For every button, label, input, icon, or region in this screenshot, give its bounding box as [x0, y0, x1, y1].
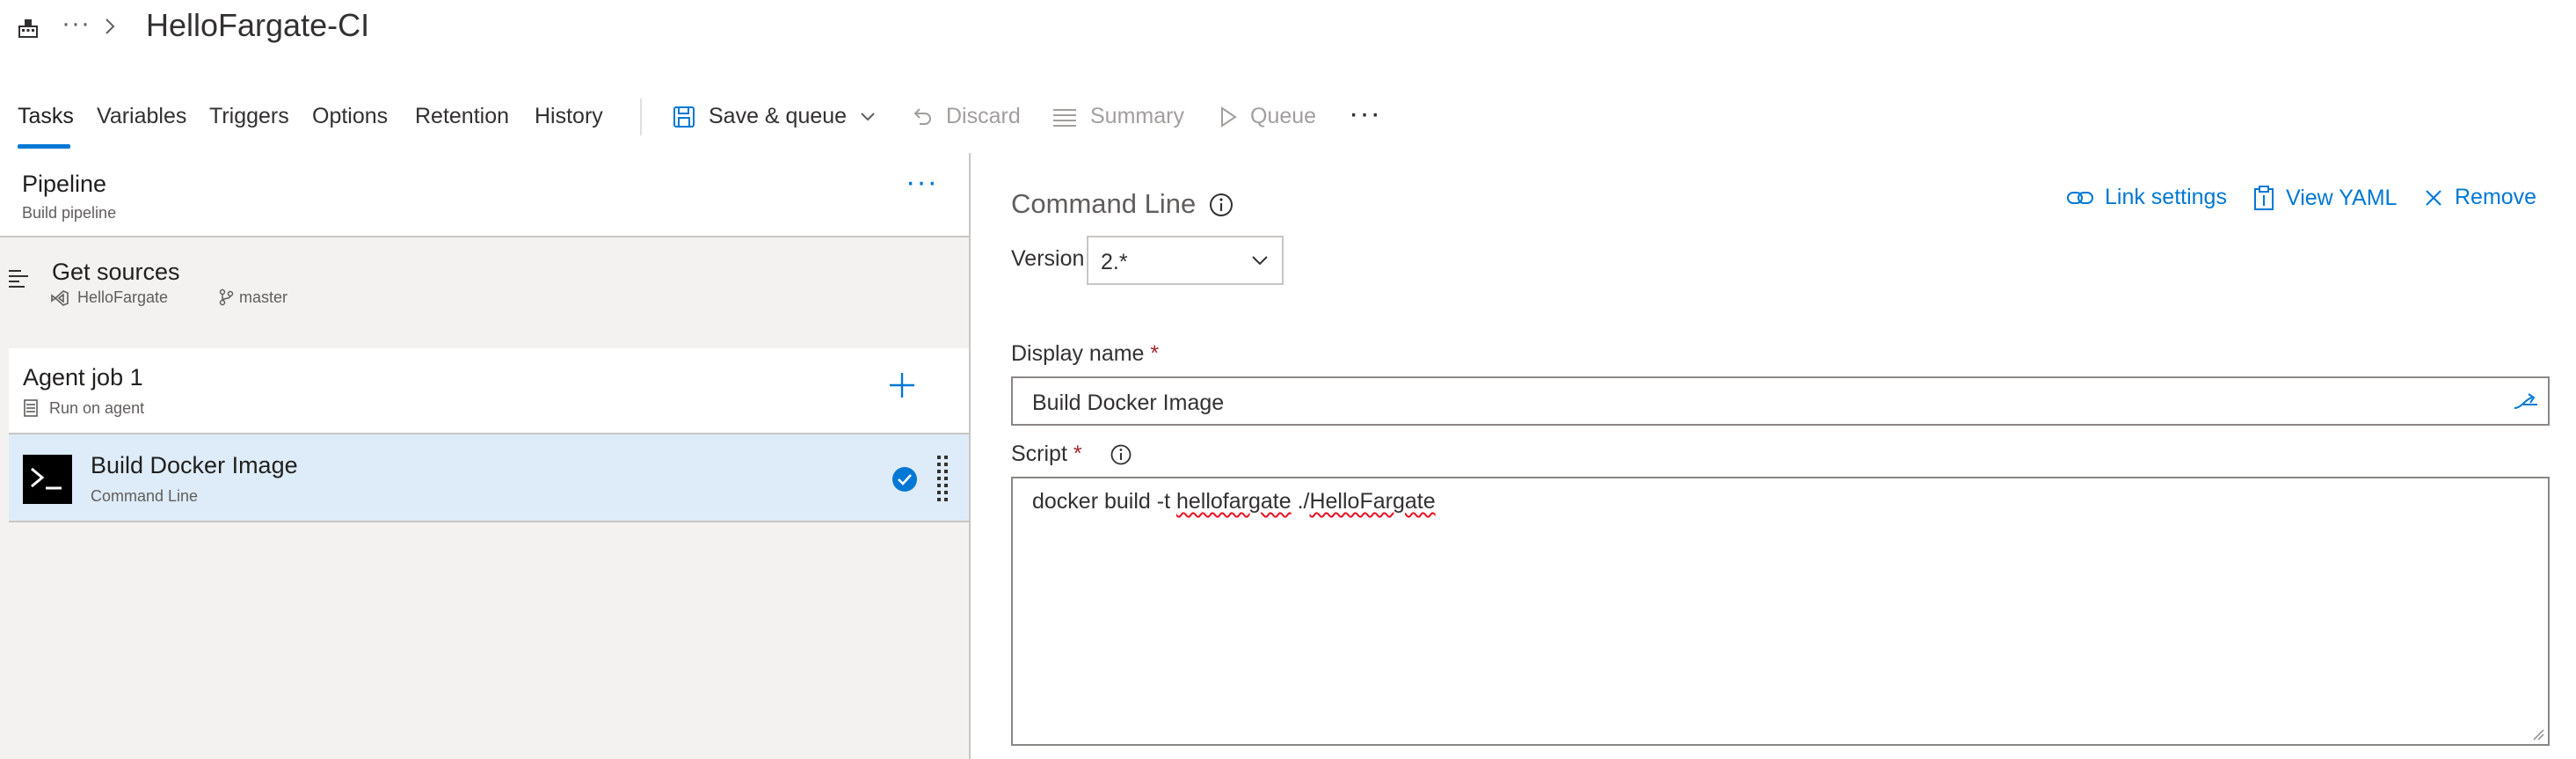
version-dropdown[interactable]: 2.*	[1087, 236, 1284, 285]
task-node-selected[interactable]: Build Docker Image Command Line	[9, 434, 969, 522]
link-parameter-icon[interactable]	[2511, 390, 2541, 415]
chevron-right-icon	[106, 18, 115, 34]
version-value: 2.*	[1101, 250, 1128, 274]
get-sources-node[interactable]: Get sources HelloFargate master	[0, 241, 969, 329]
add-task-icon[interactable]	[886, 369, 918, 401]
discard-button[interactable]: Discard	[909, 104, 1021, 129]
script-info-icon[interactable]	[1110, 443, 1132, 466]
remove-label: Remove	[2455, 185, 2537, 209]
pipeline-icon[interactable]	[16, 16, 40, 40]
display-name-label: Display name *	[1011, 341, 1159, 367]
save-icon	[673, 106, 695, 128]
task-title: Build Docker Image	[91, 452, 298, 478]
close-icon	[2426, 189, 2441, 206]
tab-history[interactable]: History	[535, 104, 603, 129]
pipeline-name-title[interactable]: HelloFargate-CI	[146, 7, 369, 44]
repo-icon	[51, 290, 69, 306]
server-icon	[24, 399, 38, 417]
task-editor-title: Command Line	[1011, 188, 1197, 219]
script-textarea[interactable]: docker build -t hellofargate ./HelloFarg…	[1011, 477, 2550, 746]
summary-button[interactable]: Summary	[1052, 104, 1184, 129]
top-header: ··· HelloFargate-CI	[0, 0, 2576, 55]
view-yaml-label: View YAML	[2286, 185, 2398, 210]
task-subtitle: Command Line	[91, 487, 199, 505]
tab-variables[interactable]: Variables	[97, 104, 186, 129]
chevron-down-icon[interactable]	[859, 111, 877, 123]
agent-job-title: Agent job 1	[23, 364, 143, 390]
toolbar-divider	[640, 99, 642, 135]
list-icon	[1053, 108, 1076, 127]
required-marker: *	[1150, 341, 1160, 366]
script-label: Script *	[1011, 442, 1082, 467]
version-label: Version	[1011, 246, 1085, 271]
drag-handle-icon[interactable]	[935, 454, 950, 503]
discard-label: Discard	[946, 104, 1021, 128]
save-and-queue-label: Save & queue	[709, 104, 848, 128]
chevron-down-icon	[1252, 256, 1268, 266]
pipeline-title: Pipeline	[22, 171, 107, 197]
queue-button[interactable]: Queue	[1219, 104, 1316, 129]
required-marker: *	[1073, 442, 1082, 466]
branch-icon	[219, 288, 234, 306]
queue-label: Queue	[1250, 104, 1317, 128]
display-name-value: Build Docker Image	[1032, 390, 1225, 415]
sources-lines-icon	[9, 270, 28, 288]
pipeline-task-list-panel: Pipeline Build pipeline ··· Get sources …	[0, 153, 971, 759]
tab-retention[interactable]: Retention	[415, 104, 509, 129]
get-sources-title: Get sources	[52, 259, 180, 285]
tab-triggers[interactable]: Triggers	[209, 104, 289, 129]
task-editor-panel: Command Line Link settings View YAML Rem…	[972, 153, 2576, 759]
display-name-label-text: Display name	[1011, 341, 1145, 366]
save-and-queue-button[interactable]: Save & queue	[672, 104, 877, 129]
clipboard-icon	[2254, 186, 2274, 210]
pipeline-node[interactable]: Pipeline Build pipeline ···	[0, 153, 969, 237]
undo-icon	[913, 107, 931, 125]
enabled-check-icon[interactable]	[891, 466, 918, 493]
link-icon	[2067, 191, 2093, 204]
breadcrumb-more-button[interactable]: ···	[62, 9, 91, 39]
play-icon	[1221, 106, 1237, 128]
repository-name: HelloFargate	[77, 288, 169, 306]
script-label-text: Script	[1011, 442, 1067, 466]
script-value: docker build -t hellofargate ./HelloFarg…	[1032, 489, 1436, 514]
tab-tasks[interactable]: Tasks	[18, 104, 74, 129]
agent-job-node[interactable]: Agent job 1 Run on agent	[9, 348, 969, 434]
command-line-icon	[23, 455, 72, 504]
link-settings-label: Link settings	[2105, 185, 2227, 209]
info-icon[interactable]	[1208, 192, 1234, 218]
active-tab-indicator	[18, 144, 70, 149]
tab-options[interactable]: Options	[312, 104, 388, 129]
summary-label: Summary	[1090, 104, 1184, 128]
pipeline-more-button[interactable]: ···	[906, 165, 938, 200]
more-actions-button[interactable]: ···	[1349, 97, 1381, 131]
agent-job-subtitle: Run on agent	[49, 399, 145, 417]
editor-tab-bar: Tasks Variables Triggers Options Retenti…	[0, 91, 2576, 153]
branch-name: master	[239, 288, 288, 306]
view-yaml-button[interactable]: View YAML	[2252, 185, 2397, 211]
remove-task-button[interactable]: Remove	[2423, 185, 2536, 210]
link-settings-button[interactable]: Link settings	[2066, 185, 2227, 210]
resize-handle-icon[interactable]	[2532, 728, 2544, 741]
display-name-input[interactable]: Build Docker Image	[1011, 376, 2550, 426]
pipeline-subtitle: Build pipeline	[22, 204, 117, 222]
